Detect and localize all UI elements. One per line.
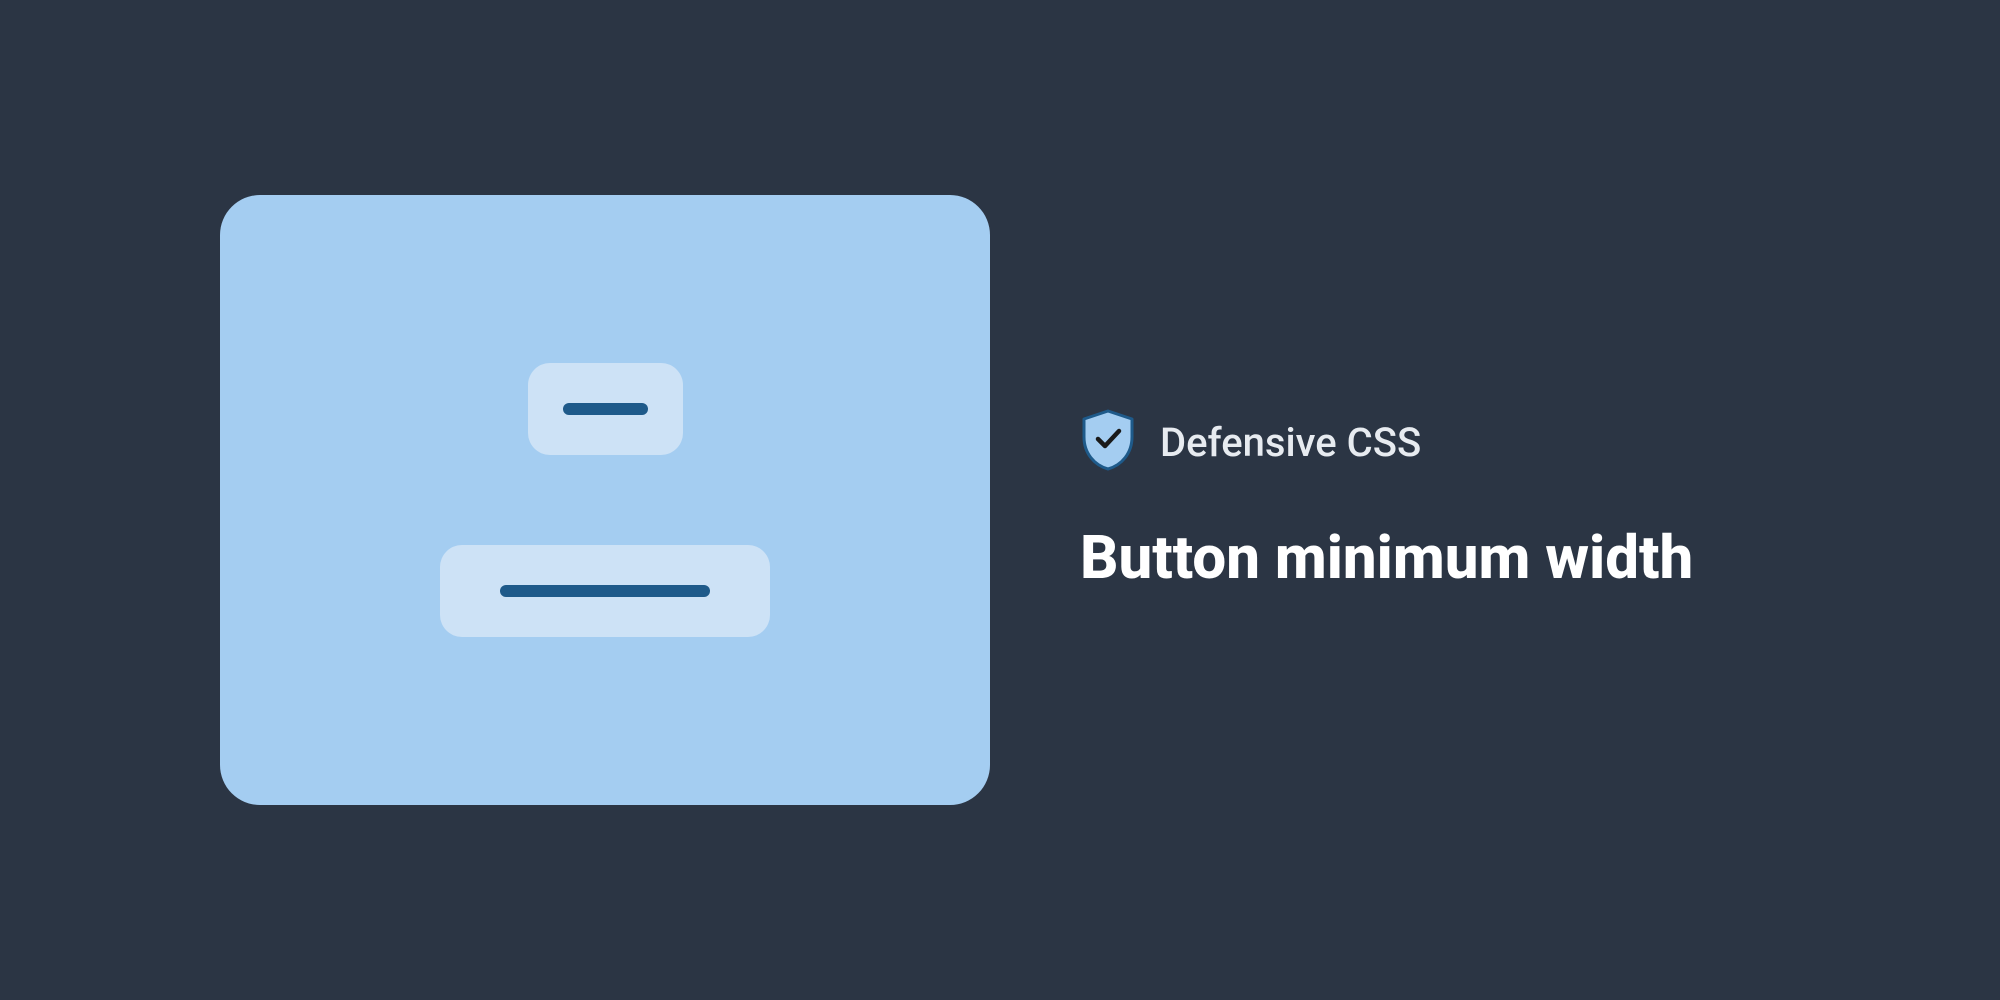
demo-button-large xyxy=(440,545,770,637)
illustration-card xyxy=(220,195,990,805)
page-title: Button minimum width xyxy=(1080,525,1780,591)
brand-row: Defensive CSS xyxy=(1080,409,1780,475)
demo-button-bar xyxy=(500,585,710,597)
text-block: Defensive CSS Button minimum width xyxy=(1080,409,1780,591)
demo-button-small xyxy=(528,363,683,455)
demo-button-bar xyxy=(563,403,648,415)
brand-label: Defensive CSS xyxy=(1160,419,1421,466)
shield-check-icon xyxy=(1080,409,1136,475)
